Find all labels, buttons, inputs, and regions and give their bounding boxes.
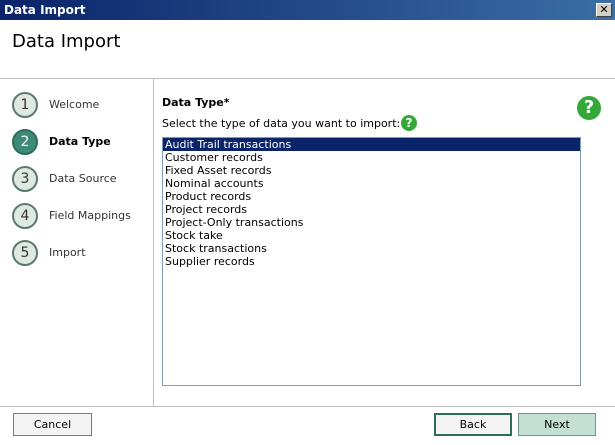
step-data-source[interactable]: 3 Data Source xyxy=(12,166,152,196)
window-titlebar: Data Import ✕ xyxy=(0,0,615,20)
list-item-supplier-records[interactable]: Supplier records xyxy=(163,255,580,268)
step-number-icon: 2 xyxy=(12,129,38,155)
step-data-type[interactable]: 2 Data Type xyxy=(12,129,152,159)
step-label: Welcome xyxy=(49,98,100,111)
step-label: Field Mappings xyxy=(49,209,131,222)
list-item-project-records[interactable]: Project records xyxy=(163,203,580,216)
step-field-mappings[interactable]: 4 Field Mappings xyxy=(12,203,152,233)
cancel-button[interactable]: Cancel xyxy=(13,413,92,436)
instruction-text: Select the type of data you want to impo… xyxy=(162,117,401,130)
field-help-icon[interactable]: ? xyxy=(401,115,417,131)
step-import[interactable]: 5 Import xyxy=(12,240,152,270)
window-title: Data Import xyxy=(4,3,86,17)
list-item-fixed-asset-records[interactable]: Fixed Asset records xyxy=(163,164,580,177)
next-button[interactable]: Next xyxy=(518,413,596,436)
list-item-stock-take[interactable]: Stock take xyxy=(163,229,580,242)
data-type-listbox[interactable]: Audit Trail transactions Customer record… xyxy=(162,137,581,386)
list-item-project-only-transactions[interactable]: Project-Only transactions xyxy=(163,216,580,229)
footer-divider xyxy=(0,406,615,407)
step-number-icon: 3 xyxy=(12,166,38,192)
data-type-panel: Data Type* ? Select the type of data you… xyxy=(154,79,615,406)
back-button[interactable]: Back xyxy=(434,413,512,436)
list-item-product-records[interactable]: Product records xyxy=(163,190,580,203)
close-icon[interactable]: ✕ xyxy=(596,3,612,17)
step-label: Data Type xyxy=(49,135,111,148)
page-title: Data Import xyxy=(12,31,121,52)
help-icon[interactable]: ? xyxy=(577,96,601,120)
step-number-icon: 5 xyxy=(12,240,38,266)
step-number-icon: 1 xyxy=(12,92,38,118)
list-item-customer-records[interactable]: Customer records xyxy=(163,151,580,164)
step-label: Import xyxy=(49,246,86,259)
step-welcome[interactable]: 1 Welcome xyxy=(12,92,152,122)
section-title: Data Type* xyxy=(162,96,230,109)
list-item-nominal-accounts[interactable]: Nominal accounts xyxy=(163,177,580,190)
step-label: Data Source xyxy=(49,172,117,185)
list-item-audit-trail[interactable]: Audit Trail transactions xyxy=(163,138,580,151)
step-number-icon: 4 xyxy=(12,203,38,229)
wizard-steps-sidebar: 1 Welcome 2 Data Type 3 Data Source 4 Fi… xyxy=(0,79,154,406)
list-item-stock-transactions[interactable]: Stock transactions xyxy=(163,242,580,255)
